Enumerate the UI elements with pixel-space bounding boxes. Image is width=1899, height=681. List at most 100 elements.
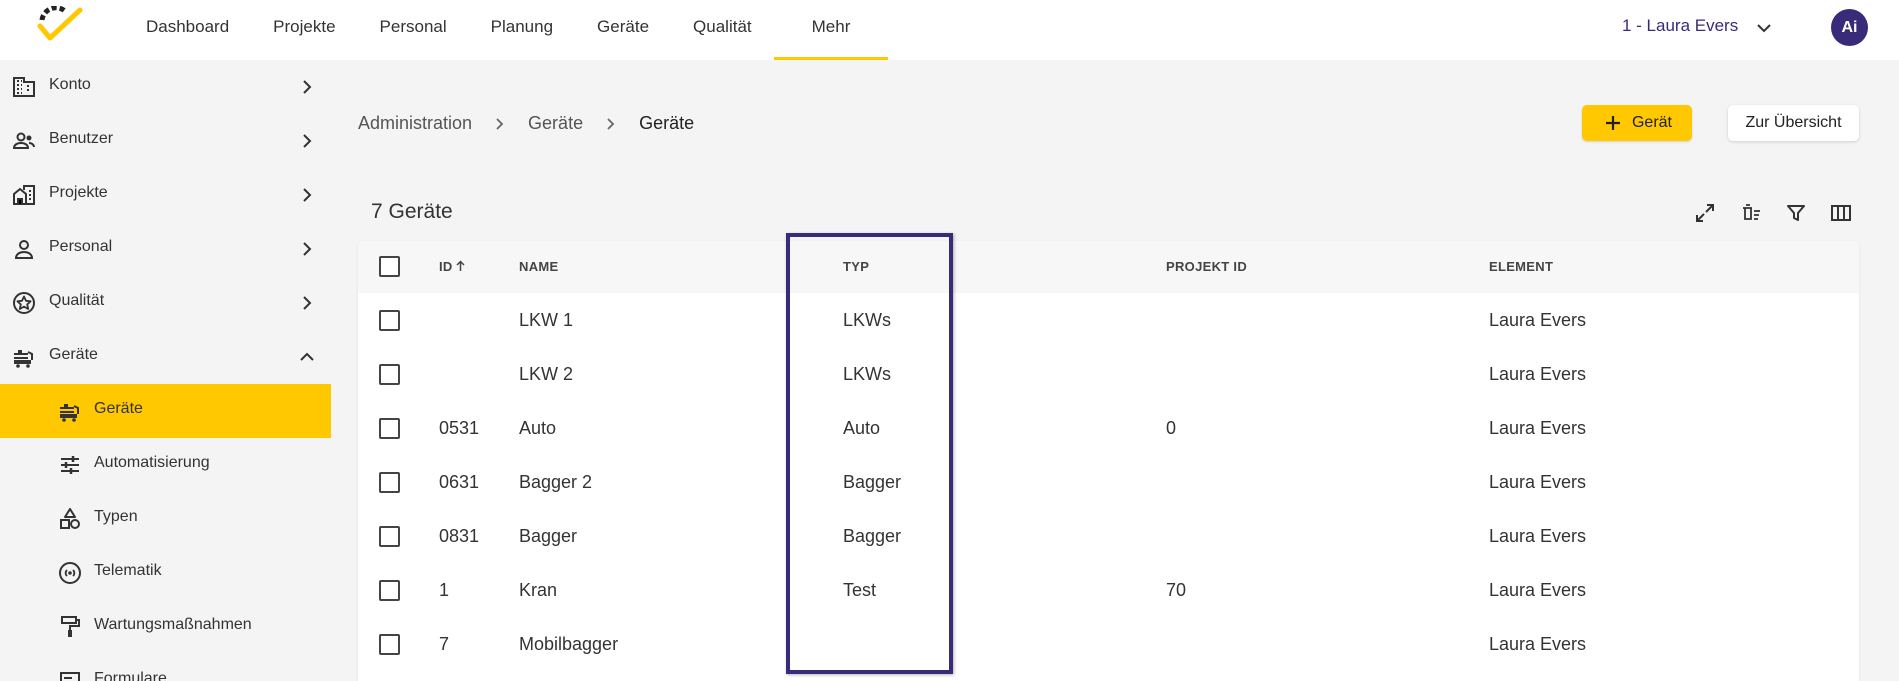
fullscreen-icon[interactable] — [1693, 201, 1717, 225]
row-checkbox[interactable] — [379, 472, 400, 493]
chevron-right-icon — [303, 80, 312, 94]
cell-element: Laura Evers — [1489, 472, 1587, 492]
nav-dashboard[interactable]: Dashboard — [124, 0, 251, 60]
sidebar-item-personal[interactable]: Personal — [0, 222, 331, 276]
sidebar-subitem-telematik[interactable]: Telematik — [0, 546, 331, 600]
cell-id: 1 — [439, 580, 450, 600]
sidebar-item-label: Projekte — [49, 184, 108, 201]
table-row[interactable]: 7 Mobilbagger Laura Evers — [358, 617, 1859, 671]
cell-name: Bagger 2 — [519, 472, 593, 492]
avatar[interactable]: Ai — [1831, 9, 1868, 46]
filter-icon[interactable] — [1784, 201, 1808, 225]
plus-icon — [1605, 116, 1620, 130]
top-bar: Dashboard Projekte Personal Planung Gerä… — [0, 0, 1899, 60]
sidebar-item-label: Telematik — [94, 562, 162, 579]
chevron-right-icon — [303, 296, 312, 310]
cell-typ: LKWs — [843, 364, 892, 384]
sidebar-item-label: Geräte — [94, 400, 143, 417]
cell-id: 0531 — [439, 418, 480, 438]
nav-personal[interactable]: Personal — [358, 0, 469, 60]
add-device-button[interactable]: Gerät — [1582, 105, 1692, 141]
table-row[interactable]: LKW 2 LKWs Laura Evers — [358, 347, 1859, 401]
clear-filter-icon[interactable] — [1739, 201, 1763, 225]
table-row[interactable]: LKW 1 LKWs Laura Evers — [358, 293, 1859, 347]
row-checkbox[interactable] — [379, 580, 400, 601]
equipment-icon — [14, 350, 33, 368]
cell-name: Auto — [519, 418, 557, 438]
sidebar-item-label: Typen — [94, 508, 138, 525]
column-header-id[interactable]: ID — [439, 259, 466, 274]
overview-button[interactable]: Zur Übersicht — [1728, 105, 1859, 141]
sidebar-item-projekte[interactable]: Projekte — [0, 168, 331, 222]
chevron-right-icon — [607, 117, 615, 130]
chevron-up-icon — [300, 352, 314, 361]
table-row[interactable]: 0631 Bagger 2 Bagger Laura Evers — [358, 455, 1859, 509]
cell-name: Mobilbagger — [519, 634, 619, 654]
select-all-checkbox[interactable] — [379, 256, 400, 277]
breadcrumb-current: Geräte — [639, 113, 695, 133]
nav-qualitaet[interactable]: Qualität — [671, 0, 774, 60]
sidebar-item-label: Automatisierung — [94, 454, 210, 471]
sidebar-subitem-geraete[interactable]: Geräte — [0, 384, 331, 438]
nav-mehr[interactable]: Mehr — [773, 0, 889, 60]
paint-roller-icon — [61, 616, 80, 637]
columns-icon[interactable] — [1829, 201, 1853, 225]
sidebar-item-qualitaet[interactable]: Qualität — [0, 276, 331, 330]
main-nav: Dashboard Projekte Personal Planung Gerä… — [124, 0, 889, 60]
table-row[interactable]: 0531 Auto Auto 0 Laura Evers — [358, 401, 1859, 455]
column-header-typ[interactable]: TYP — [843, 259, 869, 274]
cell-element: Laura Evers — [1489, 364, 1587, 384]
breadcrumb-administration[interactable]: Administration — [358, 113, 472, 134]
sidebar-item-label: Benutzer — [49, 130, 114, 147]
breadcrumb-geraete[interactable]: Geräte — [528, 113, 583, 134]
breadcrumb: Administration Geräte Geräte — [358, 113, 694, 134]
equipment-icon — [60, 404, 79, 422]
sidebar-subitem-wartungsmassnahmen[interactable]: Wartungsmaßnahmen — [0, 600, 331, 654]
row-checkbox[interactable] — [379, 526, 400, 547]
cell-name: LKW 2 — [519, 364, 574, 384]
cell-name: Kran — [519, 580, 558, 600]
cell-typ: LKWs — [843, 310, 892, 330]
column-header-projekt-id[interactable]: PROJEKT ID — [1166, 259, 1247, 274]
sidebar-item-label: Geräte — [49, 346, 98, 363]
table-row[interactable]: 0831 Bagger Bagger Laura Evers — [358, 509, 1859, 563]
chevron-right-icon — [303, 134, 312, 148]
nav-geraete[interactable]: Geräte — [575, 0, 671, 60]
cell-element: Laura Evers — [1489, 310, 1587, 330]
cell-typ: Bagger — [843, 526, 902, 546]
sidebar-subitem-formulare[interactable]: Formulare — [0, 654, 331, 681]
column-header-element[interactable]: ELEMENT — [1489, 259, 1553, 274]
nav-planung[interactable]: Planung — [469, 0, 575, 60]
cell-projekt-id: 70 — [1166, 580, 1187, 600]
sidebar-item-geraete[interactable]: Geräte — [0, 330, 331, 384]
cell-id: 0631 — [439, 472, 480, 492]
sidebar-subitem-typen[interactable]: Typen — [0, 492, 331, 546]
sidebar-subitem-automatisierung[interactable]: Automatisierung — [0, 438, 331, 492]
column-header-name[interactable]: NAME — [519, 259, 558, 274]
user-selector-label[interactable]: 1 - Laura Evers — [1622, 16, 1738, 36]
cell-projekt-id: 0 — [1166, 418, 1177, 438]
cell-id: 7 — [439, 634, 450, 654]
cell-name: Bagger — [519, 526, 578, 546]
row-checkbox[interactable] — [379, 418, 400, 439]
table-row[interactable]: 1 Kran Test 70 Laura Evers — [358, 563, 1859, 617]
signal-icon — [59, 562, 81, 584]
nav-projekte[interactable]: Projekte — [251, 0, 357, 60]
shapes-icon — [60, 508, 80, 529]
sliders-icon — [61, 456, 79, 474]
app-logo-icon[interactable] — [36, 6, 84, 42]
building-icon — [13, 77, 35, 97]
row-checkbox[interactable] — [379, 310, 400, 331]
person-icon — [14, 240, 34, 259]
sidebar-item-benutzer[interactable]: Benutzer — [0, 114, 331, 168]
row-checkbox[interactable] — [379, 634, 400, 655]
chevron-right-icon — [303, 242, 312, 256]
chevron-right-icon — [496, 117, 504, 130]
sidebar-item-label: Wartungsmaßnahmen — [94, 616, 252, 633]
sidebar-item-konto[interactable]: Konto — [0, 60, 331, 114]
house-building-icon — [13, 185, 35, 205]
chevron-down-icon[interactable] — [1754, 18, 1774, 38]
row-checkbox[interactable] — [379, 364, 400, 385]
star-badge-icon — [13, 292, 35, 314]
cell-typ: Auto — [843, 418, 881, 438]
